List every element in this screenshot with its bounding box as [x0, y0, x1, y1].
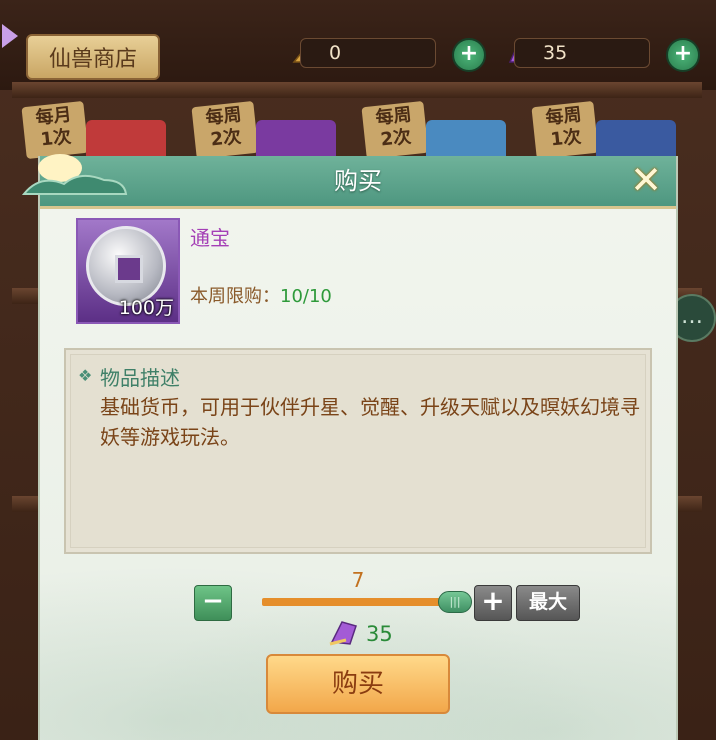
shop-title: 仙兽商店: [26, 34, 160, 80]
quantity-value: 7: [351, 568, 365, 592]
quantity-slider[interactable]: [262, 598, 452, 606]
description-text: 基础货币，可用于伙伴升星、觉醒、升级天赋以及暝妖幻境寻妖等游戏玩法。: [100, 395, 640, 449]
dialog-header: 购买: [40, 156, 676, 209]
slider-handle[interactable]: |||: [438, 591, 472, 613]
price-value: 35: [366, 622, 393, 646]
diamond-bullet-icon: ❖: [78, 366, 93, 385]
item-name: 通宝: [190, 226, 230, 250]
dialog-title: 购买: [334, 167, 382, 195]
description-title: 物品描述: [100, 366, 180, 390]
limit-tag: 每周 1次: [531, 100, 599, 160]
limit-tag: 每周 2次: [191, 100, 259, 160]
purple-crystal-icon: [329, 621, 357, 646]
increase-button[interactable]: +: [474, 585, 512, 621]
back-arrow-icon[interactable]: [2, 24, 18, 48]
max-button[interactable]: 最大: [516, 585, 580, 621]
cloud-ornament-icon: [21, 154, 128, 195]
add-currency-1-button[interactable]: +: [452, 38, 486, 72]
currency-1-amount: 0: [300, 38, 436, 68]
add-currency-2-button[interactable]: +: [666, 38, 700, 72]
limit-value: 10/10: [280, 286, 332, 307]
currency-2-amount: 35: [514, 38, 650, 68]
item-quantity-label: 100万: [118, 297, 174, 319]
item-icon-frame: 100万: [76, 218, 180, 324]
decrease-button[interactable]: −: [194, 585, 232, 621]
buy-button[interactable]: 购买: [266, 654, 450, 714]
close-button[interactable]: ✕: [624, 160, 668, 200]
shelf: [12, 82, 702, 98]
limit-label: 本周限购：: [190, 286, 280, 307]
limit-tag: 每周 2次: [361, 100, 429, 160]
coin-hole: [115, 255, 143, 283]
weekly-limit: 本周限购：10/10: [190, 282, 332, 308]
